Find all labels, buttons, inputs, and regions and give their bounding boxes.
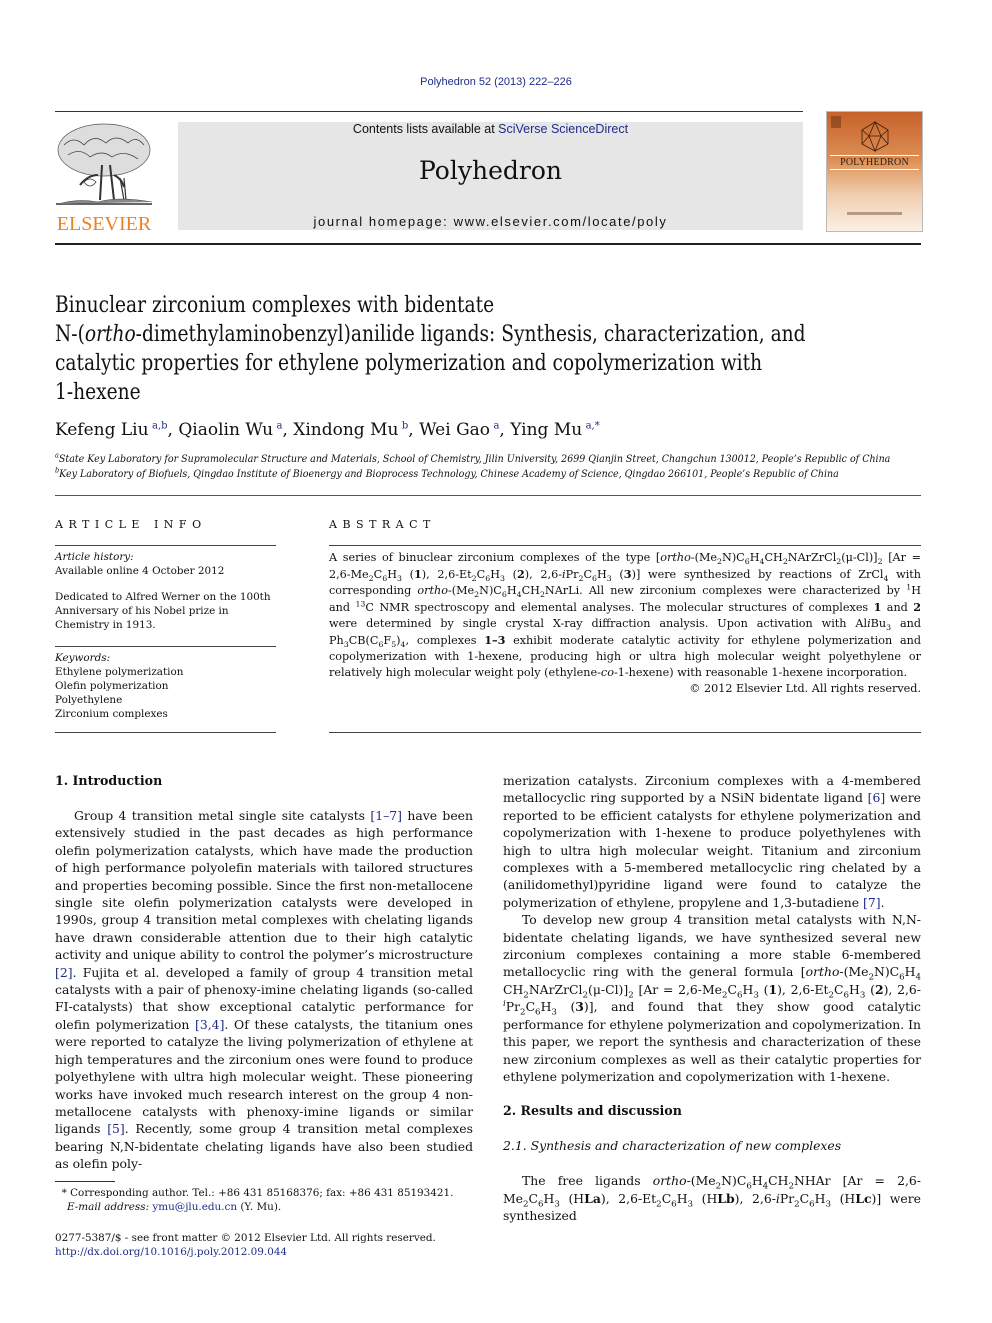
title-text: -dimethylaminobenzyl)anilide ligands: Sy… [135,321,806,347]
section-heading-results: 2. Results and discussion [503,1103,682,1119]
header-bottom-rule [55,243,921,245]
body-column-left: 1. Introduction Group 4 transition metal… [55,772,473,1173]
elsevier-tree-icon [56,123,153,205]
email-label: E-mail address: [67,1201,150,1213]
author-name[interactable]: Kefeng Liu [55,420,149,440]
dedication: Dedicated to Alfred Werner on the 100th … [55,591,271,631]
author-affiliation-marker[interactable]: a [276,420,282,431]
keywords-label: Keywords: [55,652,111,664]
email-suffix: (Y. Mu). [237,1201,282,1213]
affiliation-b: bKey Laboratory of Biofuels, Qingdao Ins… [55,467,890,482]
paragraph: merization catalysts. Zirconium complexe… [503,773,921,910]
header-top-rule [55,111,803,112]
section-heading-introduction: 1. Introduction [55,773,163,788]
journal-citation-link[interactable]: Polyhedron 52 (2013) 222–226 [0,76,992,88]
polyhedron-icon [861,120,889,153]
citation-link[interactable]: [6] [868,790,886,805]
citation-link[interactable]: [5] [107,1121,125,1136]
author-affiliation-marker[interactable]: a,b [152,420,168,431]
title-text-italic: ortho [84,321,136,347]
elsevier-logo[interactable]: ELSEVIER [52,120,156,235]
author-name[interactable]: Xindong Mu [293,420,398,440]
history-value: Available online 4 October 2012 [55,565,225,577]
homepage-url-link[interactable]: www.elsevier.com/locate/poly [454,214,668,229]
author-list: Kefeng Liu a,b, Qiaolin Wu a, Xindong Mu… [55,420,600,440]
keywords-rule [55,646,276,647]
doi-link[interactable]: http://dx.doi.org/10.1016/j.poly.2012.09… [55,1246,287,1258]
footnote-email-line: E-mail address: ymu@jlu.edu.cn (Y. Mu). [55,1200,485,1214]
keywords: Keywords: Ethylene polymerization Olefin… [55,651,280,721]
issn-line: 0277-5387/$ - see front matter © 2012 El… [55,1232,436,1244]
article-info-bottom-rule [55,732,276,733]
author-affiliation-marker[interactable]: a [493,420,499,431]
abstract-copyright: © 2012 Elsevier Ltd. All rights reserved… [689,682,921,695]
abstract-body: A series of binuclear zirconium complexe… [329,550,921,697]
contents-availability: Contents lists available at SciVerse Sci… [178,122,803,136]
elsevier-wordmark: ELSEVIER [56,213,152,235]
paragraph: Group 4 transition metal single site cat… [55,808,473,1172]
homepage-prefix: journal homepage: [313,214,454,229]
affiliations: aState Key Laboratory for Supramolecular… [55,452,953,482]
author-name[interactable]: Ying Mu [510,420,582,440]
paragraph: To develop new group 4 transition metal … [503,912,921,1084]
author-name[interactable]: Wei Gao [419,420,490,440]
journal-title: Polyhedron [419,156,562,185]
corresponding-author-text: Corresponding author. Tel.: +86 431 8516… [70,1187,454,1199]
affiliation-text: Key Laboratory of Biofuels, Qingdao Inst… [59,469,839,480]
cover-journal-name: POLYHEDRON [830,155,919,170]
email-link[interactable]: ymu@jlu.edu.cn [152,1201,237,1213]
history-label: Article history: [55,551,134,563]
citation-link[interactable]: [2] [55,965,73,980]
cover-publisher-line [847,212,902,215]
abstract-rule [329,545,921,546]
citation-link[interactable]: [3,4] [195,1017,224,1032]
author-affiliation-marker[interactable]: a,* [586,420,600,431]
paragraph: The free ligands ortho-(Me2N)C6H4CH2NHAr… [503,1173,921,1224]
affiliation-rule [55,495,921,496]
title-line-1: Binuclear zirconium complexes with biden… [55,292,495,318]
corresponding-author-footnote: * Corresponding author. Tel.: +86 431 85… [55,1186,485,1214]
title-line-4: 1-hexene [55,379,141,405]
footnote-line: * Corresponding author. Tel.: +86 431 85… [55,1187,454,1199]
body-column-right: merization catalysts. Zirconium complexe… [503,772,921,1225]
author-affiliation-marker[interactable]: b [402,420,408,431]
article-title: Binuclear zirconium complexes with biden… [55,291,935,407]
abstract-bottom-rule [329,732,921,733]
journal-masthead: Contents lists available at SciVerse Sci… [178,122,803,230]
keyword-item: Zirconium complexes [55,708,168,720]
keyword-item: Olefin polymerization [55,680,169,692]
journal-homepage: journal homepage: www.elsevier.com/locat… [178,214,803,229]
contents-prefix: Contents lists available at [352,122,499,136]
abstract-heading: ABSTRACT [329,518,436,531]
issn-block: 0277-5387/$ - see front matter © 2012 El… [55,1231,485,1259]
keyword-item: Ethylene polymerization [55,666,184,678]
affiliation-text: State Key Laboratory for Supramolecular … [58,454,891,465]
cover-elsevier-mini-logo-icon [831,116,841,128]
subsection-heading: 2.1. Synthesis and characterization of n… [503,1138,842,1154]
title-line-2: N-(ortho-dimethylaminobenzyl)anilide lig… [55,320,865,349]
keyword-item: Polyethylene [55,694,123,706]
article-info-heading: ARTICLE INFO [55,518,207,531]
article-history: Article history: Available online 4 Octo… [55,550,280,578]
journal-cover-thumbnail[interactable]: POLYHEDRON [826,111,923,232]
footnote-rule [55,1181,115,1182]
citation-link[interactable]: [1–7] [370,808,402,823]
title-line-3: catalytic properties for ethylene polyme… [55,350,763,376]
citation-link[interactable]: [7] [863,895,881,910]
title-text: N-( [55,321,85,347]
author-name[interactable]: Qiaolin Wu [178,420,273,440]
affiliation-a: aState Key Laboratory for Supramolecular… [55,452,890,467]
article-info-rule [55,545,276,546]
sciencedirect-link[interactable]: SciVerse ScienceDirect [498,122,628,136]
abstract-text: A series of binuclear zirconium complexe… [329,551,922,679]
